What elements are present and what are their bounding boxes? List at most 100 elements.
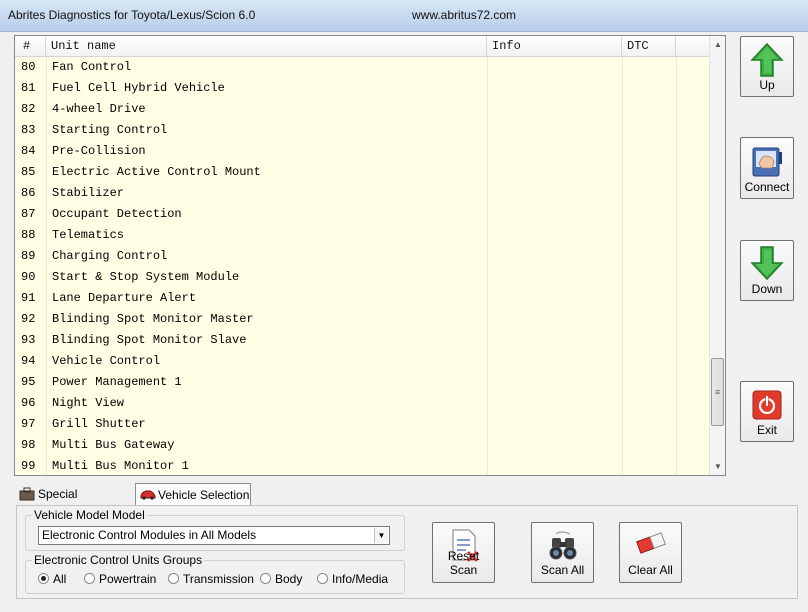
connect-label: Connect <box>744 180 790 194</box>
radio-dot <box>317 573 328 584</box>
window-url: www.abritus72.com <box>412 8 517 22</box>
table-row[interactable]: 86 Stabilizer <box>15 183 710 204</box>
radio-transmission[interactable]: Transmission <box>168 571 254 587</box>
row-unit-name: Grill Shutter <box>52 417 146 431</box>
row-unit-name: Electric Active Control Mount <box>52 165 261 179</box>
table-row[interactable]: 82 4-wheel Drive <box>15 99 710 120</box>
table-row[interactable]: 90 Start & Stop System Module <box>15 267 710 288</box>
table-row[interactable]: 80 Fan Control <box>15 57 710 78</box>
column-header-num[interactable]: # <box>15 36 46 57</box>
row-unit-name: Telematics <box>52 228 125 242</box>
scan-all-button[interactable]: Scan All <box>531 522 594 583</box>
exit-label: Exit <box>756 423 777 437</box>
radio-label: All <box>53 572 67 586</box>
scan-all-label: Scan All <box>540 563 585 577</box>
row-num: 80 <box>21 60 36 74</box>
toolbox-icon <box>19 487 35 501</box>
table-row[interactable]: 98 Multi Bus Gateway <box>15 435 710 456</box>
table-row[interactable]: 83 Starting Control <box>15 120 710 141</box>
table-row[interactable]: 96 Night View <box>15 393 710 414</box>
window-title: Abrites Diagnostics for Toyota/Lexus/Sci… <box>8 8 256 22</box>
table-row[interactable]: 91 Lane Departure Alert <box>15 288 710 309</box>
down-button[interactable]: Down <box>740 240 794 301</box>
vehicle-model-group-label: Vehicle Model Model <box>32 508 147 522</box>
table-row[interactable]: 89 Charging Control <box>15 246 710 267</box>
row-num: 83 <box>21 123 36 137</box>
row-unit-name: Night View <box>52 396 125 410</box>
table-row[interactable]: 93 Blinding Spot Monitor Slave <box>15 330 710 351</box>
radio-label: Body <box>275 572 303 586</box>
vertical-scrollbar[interactable]: ▲ ≡ ▼ <box>709 36 725 475</box>
radio-info-media[interactable]: Info/Media <box>317 571 388 587</box>
down-arrow-icon <box>750 246 784 281</box>
power-icon <box>752 390 782 420</box>
row-unit-name: Blinding Spot Monitor Slave <box>52 333 247 347</box>
row-unit-name: Stabilizer <box>52 186 125 200</box>
row-num: 99 <box>21 459 36 473</box>
scroll-down-arrow-icon[interactable]: ▼ <box>710 458 725 475</box>
table-row[interactable]: 99 Multi Bus Monitor 1 <box>15 456 710 475</box>
exit-button[interactable]: Exit <box>740 381 794 442</box>
clear-all-button[interactable]: Clear All <box>619 522 682 583</box>
vehicle-model-select[interactable]: Electronic Control Modules in All Models… <box>38 526 390 545</box>
column-header-unit-name[interactable]: Unit name <box>46 36 487 57</box>
row-num: 91 <box>21 291 36 305</box>
table-row[interactable]: 87 Occupant Detection <box>15 204 710 225</box>
row-num: 81 <box>21 81 36 95</box>
table-row[interactable]: 97 Grill Shutter <box>15 414 710 435</box>
table-rows: 80 Fan Control 81 Fuel Cell Hybrid Vehicle… <box>15 57 710 475</box>
up-arrow-icon <box>750 42 784 77</box>
radio-label: Info/Media <box>332 572 389 586</box>
row-num: 95 <box>21 375 36 389</box>
row-unit-name: Fan Control <box>52 60 132 74</box>
connect-button[interactable]: Connect <box>740 137 794 199</box>
vehicle-model-selected: Electronic Control Modules in All Models <box>42 528 257 542</box>
reset-scan-button[interactable]: Reset Scan <box>432 522 495 583</box>
row-num: 90 <box>21 270 36 284</box>
table-header: # Unit name Info DTC <box>15 36 710 57</box>
row-num: 97 <box>21 417 36 431</box>
tab-vehicle-selection[interactable]: Vehicle Selection <box>135 483 251 505</box>
table-row[interactable]: 88 Telematics <box>15 225 710 246</box>
table-row[interactable]: 92 Blinding Spot Monitor Master <box>15 309 710 330</box>
row-unit-name: Charging Control <box>52 249 168 263</box>
scroll-thumb[interactable]: ≡ <box>711 358 724 426</box>
radio-label: Powertrain <box>99 572 157 586</box>
chevron-down-icon[interactable]: ▼ <box>374 528 388 543</box>
radio-powertrain[interactable]: Powertrain <box>84 571 156 587</box>
scroll-up-arrow-icon[interactable]: ▲ <box>710 36 725 53</box>
title-bar: Abrites Diagnostics for Toyota/Lexus/Sci… <box>0 0 808 32</box>
tab-special-functions[interactable]: Special Functions <box>16 483 132 523</box>
radio-all[interactable]: All <box>38 571 66 587</box>
table-row[interactable]: 85 Electric Active Control Mount <box>15 162 710 183</box>
table-row[interactable]: 94 Vehicle Control <box>15 351 710 372</box>
row-unit-name: Vehicle Control <box>52 354 161 368</box>
connect-icon <box>752 147 782 177</box>
row-num: 96 <box>21 396 36 410</box>
ecu-groups-label: Electronic Control Units Groups <box>32 553 205 567</box>
radio-body[interactable]: Body <box>260 571 302 587</box>
column-header-info[interactable]: Info <box>487 36 622 57</box>
row-unit-name: 4-wheel Drive <box>52 102 146 116</box>
radio-dot <box>84 573 95 584</box>
up-label: Up <box>759 78 775 92</box>
row-num: 85 <box>21 165 36 179</box>
row-unit-name: Blinding Spot Monitor Master <box>52 312 254 326</box>
unit-table[interactable]: # Unit name Info DTC 80 Fan Control 81 Fue… <box>14 35 726 476</box>
row-num: 87 <box>21 207 36 221</box>
table-row[interactable]: 81 Fuel Cell Hybrid Vehicle <box>15 78 710 99</box>
tab-vehicle-label: Vehicle Selection <box>158 488 250 502</box>
row-unit-name: Occupant Detection <box>52 207 182 221</box>
column-header-dtc[interactable]: DTC <box>622 36 676 57</box>
up-button[interactable]: Up <box>740 36 794 97</box>
table-row[interactable]: 84 Pre-Collision <box>15 141 710 162</box>
row-num: 82 <box>21 102 36 116</box>
row-num: 94 <box>21 354 36 368</box>
row-num: 92 <box>21 312 36 326</box>
table-row[interactable]: 95 Power Management 1 <box>15 372 710 393</box>
radio-dot <box>168 573 179 584</box>
row-num: 93 <box>21 333 36 347</box>
row-unit-name: Multi Bus Gateway <box>52 438 175 452</box>
row-unit-name: Power Management 1 <box>52 375 182 389</box>
row-num: 88 <box>21 228 36 242</box>
